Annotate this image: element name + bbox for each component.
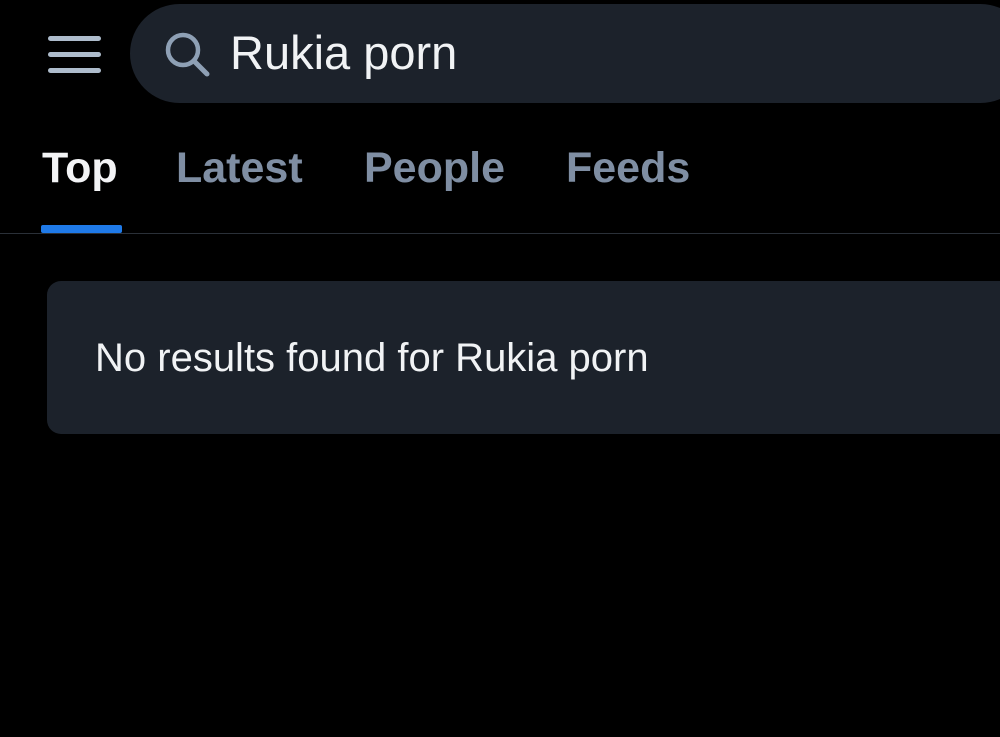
menu-icon-line [48, 68, 101, 73]
search-icon [165, 32, 210, 77]
no-results-message: No results found for Rukia porn [95, 336, 649, 380]
tabs-divider [0, 233, 1000, 234]
active-tab-indicator [41, 225, 122, 233]
search-input[interactable] [230, 22, 970, 82]
tab-latest[interactable]: Latest [176, 144, 303, 193]
no-results-card: No results found for Rukia porn [47, 281, 1000, 434]
tab-feeds[interactable]: Feeds [566, 144, 690, 193]
menu-icon-line [48, 36, 101, 41]
search-page: Top Latest People Feeds No results found… [0, 0, 1000, 737]
tab-people[interactable]: People [364, 144, 505, 193]
search-tabs: Top Latest People Feeds [0, 120, 1000, 234]
hamburger-menu-button[interactable] [40, 28, 108, 80]
tab-top[interactable]: Top [42, 144, 118, 193]
menu-icon-line [48, 52, 101, 57]
